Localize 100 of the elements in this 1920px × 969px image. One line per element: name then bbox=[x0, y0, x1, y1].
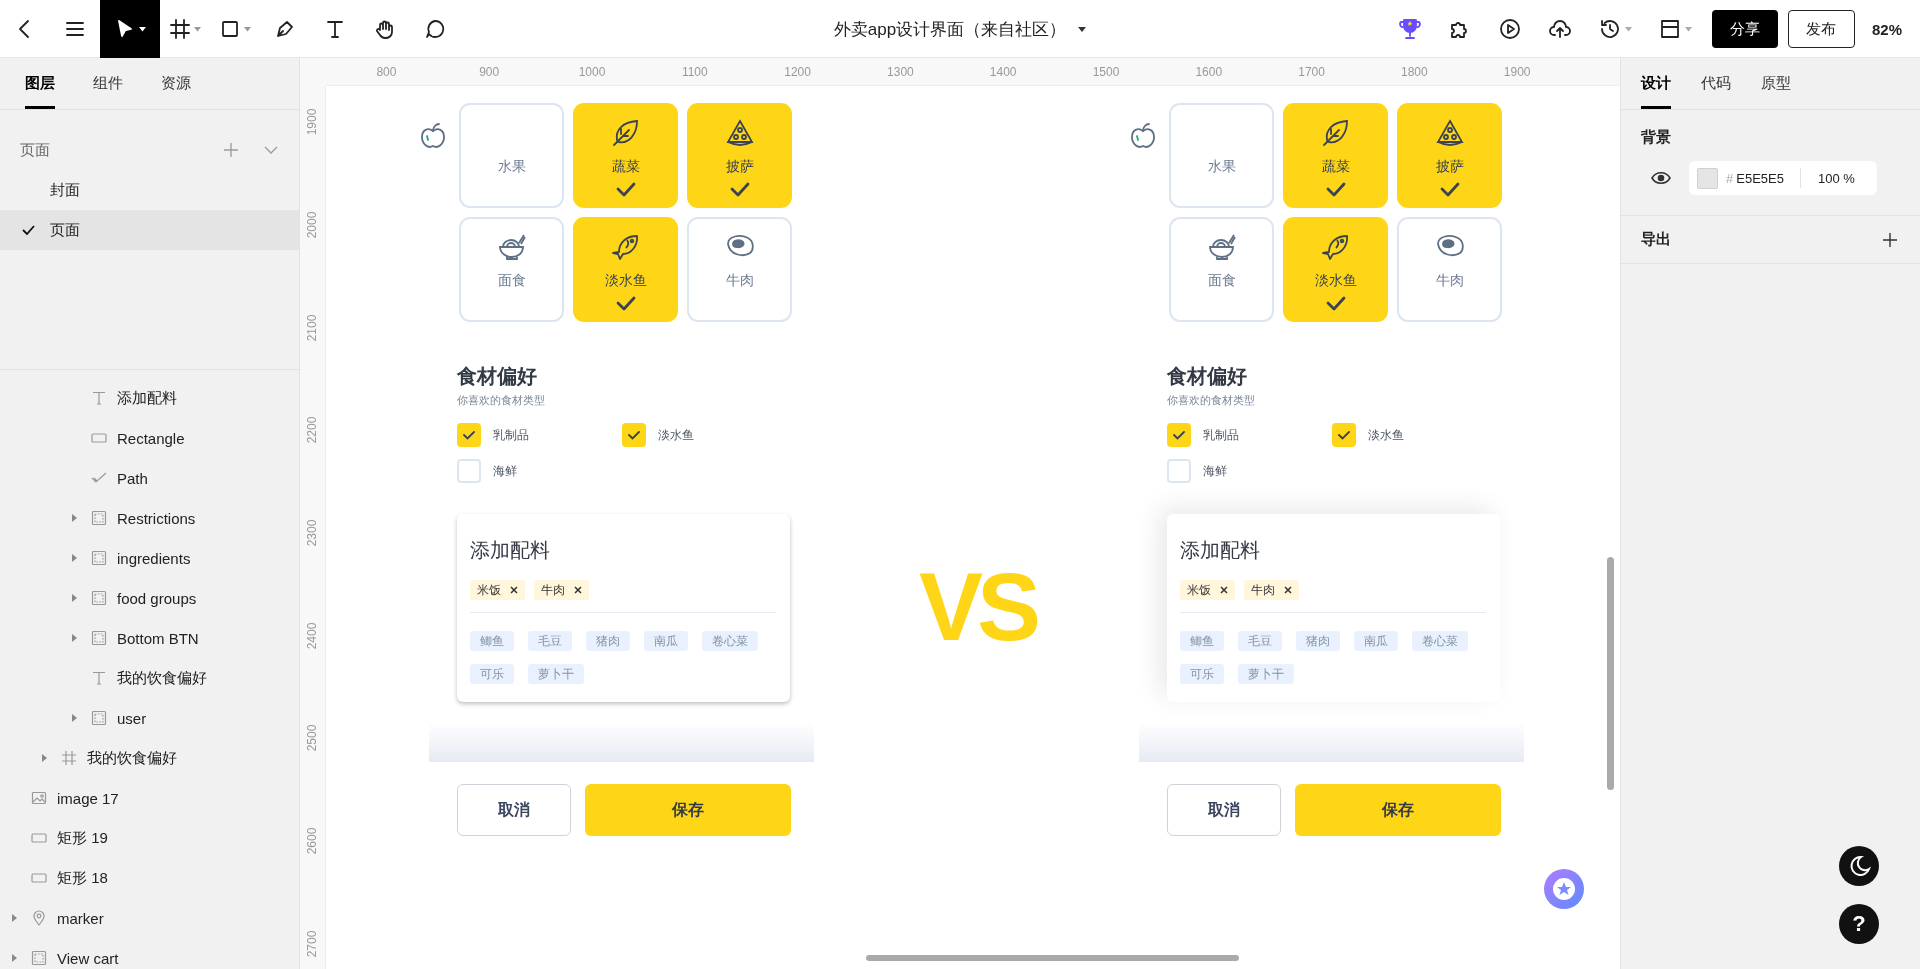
category-card[interactable]: 面食 bbox=[459, 217, 564, 322]
page-name: 封面 bbox=[50, 180, 80, 200]
ruler-label: 1400 bbox=[989, 64, 1017, 79]
category-card[interactable]: 蔬菜 bbox=[573, 103, 678, 208]
category-label: 面食 bbox=[497, 271, 526, 289]
ruler-label: 2400 bbox=[305, 622, 320, 650]
page-item[interactable]: 封面 bbox=[0, 170, 299, 210]
ruler-label: 2100 bbox=[305, 314, 320, 342]
checkbox-label: 淡水鱼 bbox=[658, 426, 694, 444]
category-label: 牛肉 bbox=[1435, 271, 1464, 289]
checkbox-label: 海鲜 bbox=[1203, 462, 1227, 480]
selected-ingredient-tag[interactable]: 牛肉 bbox=[1244, 580, 1299, 600]
layer-name[interactable]: 添加配料 bbox=[117, 388, 177, 408]
layer-name[interactable]: 矩形 19 bbox=[57, 828, 108, 848]
layer-name[interactable]: ingredients bbox=[117, 549, 191, 567]
panel-tab[interactable]: 设计 bbox=[1641, 58, 1671, 109]
category-card[interactable]: 面食 bbox=[1169, 217, 1274, 322]
zoom-level[interactable]: 82% bbox=[1871, 20, 1902, 38]
layer-name[interactable]: user bbox=[117, 709, 147, 727]
card-title: 添加配料 bbox=[1180, 538, 1261, 562]
tag-label: 米饭 bbox=[1187, 581, 1211, 599]
checkbox-label: 乳制品 bbox=[493, 426, 529, 444]
card-title: 添加配料 bbox=[470, 538, 551, 562]
section-title: 食材偏好 bbox=[1167, 364, 1248, 389]
category-card[interactable]: 牛肉 bbox=[687, 217, 792, 322]
category-card[interactable]: 水果 bbox=[1169, 103, 1274, 208]
layer-name[interactable]: Restrictions bbox=[117, 509, 196, 527]
tag-label: 米饭 bbox=[477, 581, 501, 599]
help-button[interactable]: ? bbox=[1839, 904, 1879, 944]
opacity-value[interactable]: 100 % bbox=[1817, 170, 1855, 186]
cancel-button[interactable]: 取消 bbox=[1167, 784, 1281, 836]
ruler-label: 2000 bbox=[305, 211, 320, 239]
ruler-label: 1300 bbox=[887, 64, 914, 79]
selected-ingredient-tag[interactable]: 米饭 bbox=[1180, 580, 1235, 600]
checkbox-label: 海鲜 bbox=[493, 462, 517, 480]
section-subtitle: 你喜欢的食材类型 bbox=[457, 393, 546, 408]
category-label: 牛肉 bbox=[725, 271, 754, 289]
category-label: 淡水鱼 bbox=[1314, 271, 1357, 289]
cancel-button[interactable]: 取消 bbox=[457, 784, 571, 836]
category-label: 披萨 bbox=[1435, 157, 1464, 175]
panel-tab[interactable]: 资源 bbox=[161, 58, 191, 109]
layer-name[interactable]: image 17 bbox=[57, 789, 119, 807]
category-card[interactable]: 淡水鱼 bbox=[1283, 217, 1388, 322]
panel-tab[interactable]: 图层 bbox=[25, 58, 55, 109]
ruler-label: 1500 bbox=[1092, 64, 1120, 79]
save-button[interactable]: 保存 bbox=[585, 784, 791, 836]
category-card[interactable]: 牛肉 bbox=[1397, 217, 1502, 322]
checkbox-label: 淡水鱼 bbox=[1368, 426, 1404, 444]
page-item[interactable]: 页面 bbox=[0, 210, 299, 250]
ruler-label: 2600 bbox=[305, 827, 320, 855]
ruler-label: 2500 bbox=[305, 725, 320, 752]
layer-name[interactable]: marker bbox=[57, 909, 104, 927]
selected-ingredient-tag[interactable]: 牛肉 bbox=[534, 580, 589, 600]
ruler-label: 1100 bbox=[681, 64, 708, 79]
ruler-label: 1800 bbox=[1401, 64, 1428, 79]
vs-text: VS bbox=[919, 552, 1036, 662]
panel-tab[interactable]: 原型 bbox=[1761, 58, 1791, 109]
ruler-label: 1900 bbox=[1503, 64, 1531, 79]
share-button[interactable]: 分享 bbox=[1711, 10, 1778, 48]
ruler-label: 900 bbox=[479, 64, 500, 79]
pages-heading: 页面 bbox=[20, 140, 50, 160]
hash-label: # bbox=[1726, 170, 1734, 186]
layer-name[interactable]: 我的饮食偏好 bbox=[117, 668, 207, 688]
publish-button[interactable]: 发布 bbox=[1787, 10, 1855, 48]
category-label: 蔬菜 bbox=[1321, 157, 1350, 175]
category-label: 淡水鱼 bbox=[604, 271, 647, 289]
ruler-label: 1000 bbox=[578, 64, 606, 79]
ruler-label: 1200 bbox=[784, 64, 811, 79]
save-button[interactable]: 保存 bbox=[1295, 784, 1501, 836]
layer-name[interactable]: Rectangle bbox=[117, 429, 185, 447]
ruler-label: 2700 bbox=[305, 930, 320, 958]
category-label: 蔬菜 bbox=[611, 157, 640, 175]
ruler-label: 1600 bbox=[1195, 64, 1223, 79]
layer-name[interactable]: Bottom BTN bbox=[117, 629, 199, 647]
category-card[interactable]: 蔬菜 bbox=[1283, 103, 1388, 208]
category-card[interactable]: 披萨 bbox=[1397, 103, 1502, 208]
page-name: 页面 bbox=[50, 220, 80, 240]
checkbox-label: 乳制品 bbox=[1203, 426, 1239, 444]
selected-ingredient-tag[interactable]: 米饭 bbox=[470, 580, 525, 600]
panel-tab[interactable]: 组件 bbox=[93, 58, 123, 109]
panel-tab[interactable]: 代码 bbox=[1701, 58, 1731, 109]
category-card[interactable]: 披萨 bbox=[687, 103, 792, 208]
layer-name[interactable]: food groups bbox=[117, 589, 197, 607]
color-field[interactable]: # E5E5E5 100 % bbox=[1689, 161, 1877, 195]
layer-name[interactable]: 矩形 18 bbox=[57, 868, 108, 888]
hex-value[interactable]: E5E5E5 bbox=[1736, 170, 1784, 186]
category-label: 水果 bbox=[497, 157, 526, 175]
layer-name[interactable]: Path bbox=[117, 469, 148, 487]
layer-name[interactable]: View cart bbox=[57, 949, 119, 967]
ruler-label: 800 bbox=[376, 64, 397, 79]
category-label: 水果 bbox=[1207, 157, 1236, 175]
layer-name[interactable]: 我的饮食偏好 bbox=[87, 748, 177, 768]
category-label: 面食 bbox=[1207, 271, 1236, 289]
section-subtitle: 你喜欢的食材类型 bbox=[1167, 393, 1256, 408]
category-card[interactable]: 淡水鱼 bbox=[573, 217, 678, 322]
document-title-button[interactable]: 外卖app设计界面（来自社区） bbox=[833, 17, 1087, 41]
section-title: 导出 bbox=[1641, 230, 1671, 249]
category-label: 披萨 bbox=[725, 157, 754, 175]
ruler-label: 2300 bbox=[305, 519, 320, 547]
category-card[interactable]: 水果 bbox=[459, 103, 564, 208]
